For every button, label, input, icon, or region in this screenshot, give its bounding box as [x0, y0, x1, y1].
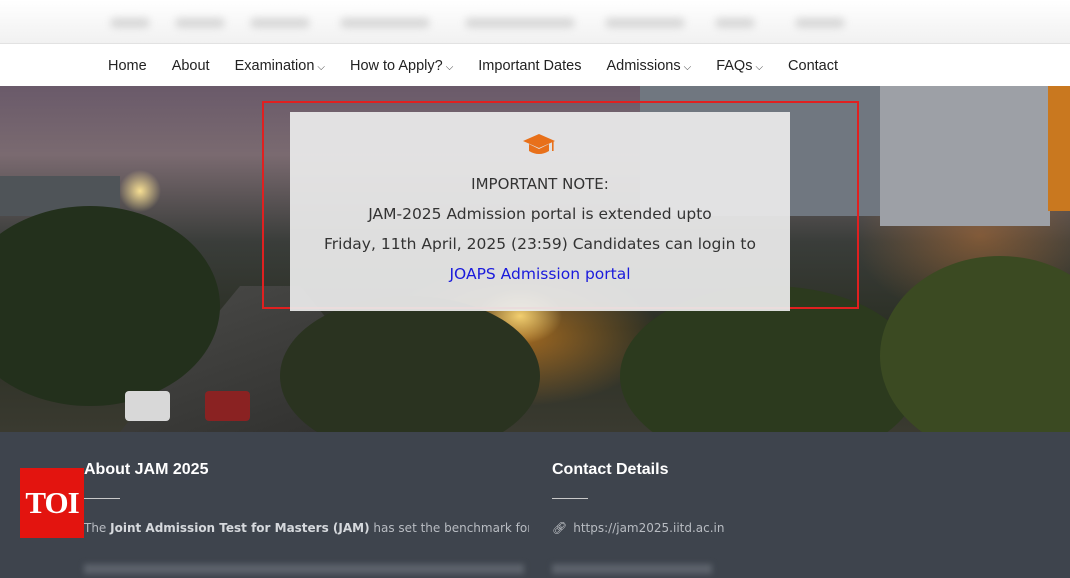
chevron-down-icon: ⌵ [755, 61, 764, 73]
blurred-text [110, 18, 150, 28]
nav-label: Contact [788, 57, 839, 74]
joaps-portal-link[interactable]: JOAPS Admission portal [290, 265, 790, 283]
building [1048, 86, 1070, 211]
contact-url[interactable]: 🔗︎ https://jam2025.iitd.ac.in [552, 521, 725, 535]
blurred-text [175, 18, 225, 28]
top-banner [0, 0, 1070, 44]
nav-label: About [171, 57, 210, 74]
nav-label: Examination [234, 57, 315, 74]
about-heading: About JAM 2025 [84, 461, 209, 478]
divider [84, 498, 120, 499]
blurred-text [84, 564, 524, 574]
about-text-suffix: has set the benchmark for [369, 521, 529, 535]
nav-label: Admissions [606, 57, 681, 74]
nav-home[interactable]: Home [108, 58, 147, 74]
blurred-text [465, 18, 575, 28]
about-text-bold: Joint Admission Test for Masters (JAM) [110, 521, 370, 535]
car [125, 391, 170, 421]
nav-admissions[interactable]: Admissions ⌵ [606, 58, 691, 74]
notice-title: IMPORTANT NOTE: [471, 175, 609, 193]
contact-heading: Contact Details [552, 461, 669, 478]
chevron-down-icon: ⌵ [317, 61, 325, 73]
nav-label: Home [108, 57, 147, 74]
nav-important-dates[interactable]: Important Dates [478, 58, 581, 74]
nav-faqs[interactable]: FAQs ⌵ [716, 58, 763, 74]
graduation-cap-icon [523, 134, 555, 154]
nav-how-to-apply[interactable]: How to Apply? ⌵ [350, 58, 453, 74]
link-icon: 🔗︎ [552, 521, 568, 535]
footer: About JAM 2025 The Joint Admission Test … [0, 432, 1070, 578]
chevron-down-icon: ⌵ [683, 61, 692, 73]
nav-about[interactable]: About [172, 58, 210, 74]
about-text: The Joint Admission Test for Masters (JA… [84, 521, 529, 535]
blurred-text [605, 18, 685, 28]
toi-logo: TOI [20, 468, 84, 538]
notice-text-line: JAM-2025 Admission portal is extended up… [368, 205, 712, 223]
car [205, 391, 250, 421]
nav-label: FAQs [716, 57, 753, 74]
blurred-text [795, 18, 845, 28]
nav-label: How to Apply? [349, 57, 443, 74]
blurred-text [250, 18, 310, 28]
blurred-text [340, 18, 430, 28]
notice-text-line: Friday, 11th April, 2025 (23:59) Candida… [324, 235, 756, 253]
main-nav: Home About Examination ⌵ How to Apply? ⌵ I… [0, 45, 1070, 86]
nav-contact[interactable]: Contact [788, 58, 838, 74]
divider [552, 498, 588, 499]
chevron-down-icon: ⌵ [445, 61, 454, 73]
about-text-prefix: The [84, 521, 111, 535]
important-notice: IMPORTANT NOTE: JAM-2025 Admission porta… [290, 112, 790, 311]
blurred-text [552, 564, 712, 574]
building [880, 86, 1050, 226]
contact-url-text: https://jam2025.iitd.ac.in [573, 521, 725, 535]
tree [880, 256, 1070, 432]
nav-label: Important Dates [478, 57, 582, 74]
blurred-text [715, 18, 755, 28]
nav-examination[interactable]: Examination ⌵ [235, 58, 325, 74]
